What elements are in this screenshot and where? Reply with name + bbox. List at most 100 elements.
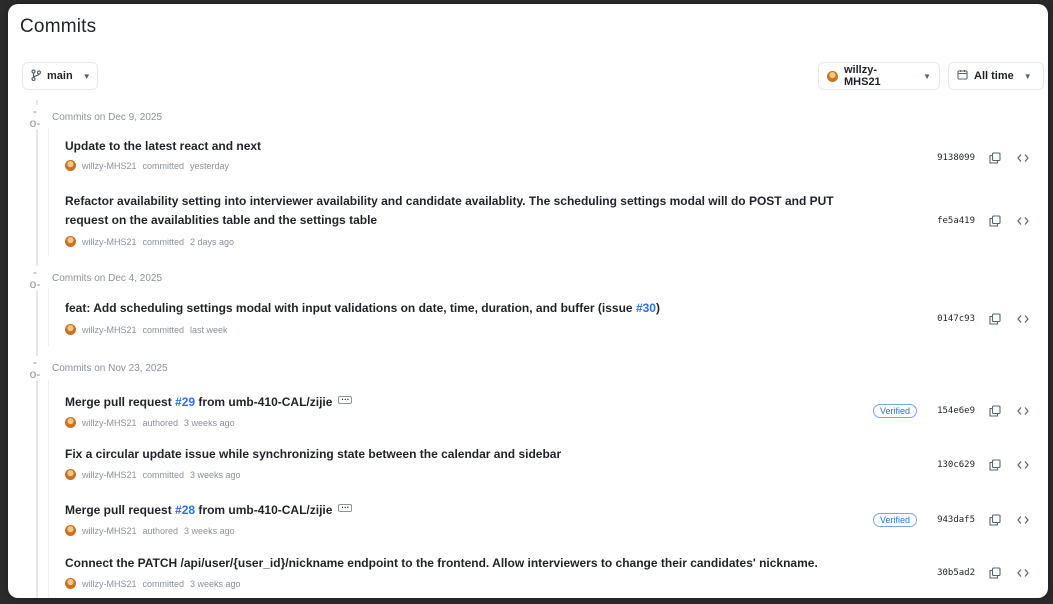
commit-message-line: request on the availablities table and t… bbox=[65, 213, 378, 227]
commit-row[interactable]: Merge pull request #29 from umb-410-CAL/… bbox=[49, 380, 1037, 434]
avatar[interactable] bbox=[65, 578, 76, 589]
copy-icon[interactable] bbox=[987, 150, 1003, 166]
commit-row[interactable]: Connect the PATCH /api/user/{user_id}/ni… bbox=[49, 542, 1037, 598]
commit-sha[interactable]: 130c629 bbox=[937, 460, 975, 470]
git-commit-icon: -o- bbox=[28, 265, 42, 291]
commit-actions: Verified 154e6e9 bbox=[873, 403, 1031, 419]
commit-row[interactable]: Merge pull request #28 from umb-410-CAL/… bbox=[49, 488, 1037, 542]
copy-icon[interactable] bbox=[987, 403, 1003, 419]
commit-author[interactable]: willzy-MHS21 bbox=[82, 418, 137, 428]
commit-row[interactable]: Fix a circular update issue while synchr… bbox=[49, 434, 1037, 488]
commit-message[interactable]: Fix a circular update issue while synchr… bbox=[65, 445, 865, 464]
commit-author[interactable]: willzy-MHS21 bbox=[82, 325, 137, 335]
ellipsis-icon[interactable]: ··· bbox=[338, 396, 353, 404]
git-commit-icon: -o- bbox=[28, 104, 42, 130]
commit-actions: fe5a419 bbox=[937, 213, 1031, 229]
commit-row[interactable]: feat: Add scheduling settings modal with… bbox=[49, 288, 1037, 346]
chevron-down-icon: ▼ bbox=[82, 71, 91, 81]
branch-selector-button[interactable]: main ▼ bbox=[22, 62, 98, 90]
chevron-down-icon: ▼ bbox=[923, 71, 931, 81]
commit-sha[interactable]: 9138099 bbox=[937, 153, 975, 163]
avatar[interactable] bbox=[65, 525, 76, 536]
commit-meta: willzy-MHS21 authored 3 weeks ago bbox=[65, 417, 235, 428]
avatar[interactable] bbox=[65, 469, 76, 480]
commit-action: committed bbox=[142, 578, 185, 589]
commit-message[interactable]: feat: Add scheduling settings modal with… bbox=[65, 299, 865, 318]
commit-action: committed bbox=[142, 236, 185, 247]
commit-author[interactable]: willzy-MHS21 bbox=[82, 579, 137, 589]
copy-icon[interactable] bbox=[987, 213, 1003, 229]
author-filter-button[interactable]: willzy-MHS21 ▼ bbox=[818, 62, 940, 90]
copy-icon[interactable] bbox=[987, 565, 1003, 581]
commit-actions: 130c629 bbox=[937, 457, 1031, 473]
commit-message[interactable]: Refactor availability setting into inter… bbox=[65, 192, 865, 230]
avatar[interactable] bbox=[65, 160, 76, 171]
commit-sha[interactable]: 154e6e9 bbox=[937, 406, 975, 416]
chevron-down-icon: ▼ bbox=[1023, 71, 1032, 81]
avatar[interactable] bbox=[65, 236, 76, 247]
commit-list: feat: Add scheduling settings modal with… bbox=[48, 288, 1037, 346]
verified-badge[interactable]: Verified bbox=[873, 513, 918, 527]
commit-actions: Verified 943daf5 bbox=[873, 512, 1031, 528]
code-brackets-icon[interactable] bbox=[1015, 565, 1031, 581]
commit-author[interactable]: willzy-MHS21 bbox=[82, 470, 137, 480]
time-filter-label: All time bbox=[974, 70, 1014, 82]
commit-message[interactable]: Merge pull request #28 from umb-410-CAL/… bbox=[65, 501, 865, 520]
avatar bbox=[827, 70, 838, 82]
code-brackets-icon[interactable] bbox=[1015, 150, 1031, 166]
copy-icon[interactable] bbox=[987, 512, 1003, 528]
commit-row[interactable]: Update to the latest react and next will… bbox=[49, 128, 1037, 182]
code-brackets-icon[interactable] bbox=[1015, 403, 1031, 419]
ellipsis-icon[interactable]: ··· bbox=[338, 504, 353, 512]
commit-action: committed bbox=[142, 324, 185, 335]
copy-icon[interactable] bbox=[987, 457, 1003, 473]
commit-action: authored bbox=[142, 417, 179, 428]
code-brackets-icon[interactable] bbox=[1015, 213, 1031, 229]
avatar[interactable] bbox=[65, 417, 76, 428]
avatar[interactable] bbox=[65, 324, 76, 335]
timeline-line bbox=[36, 100, 38, 598]
commit-sha[interactable]: 30b5ad2 bbox=[937, 568, 975, 578]
commit-actions: 30b5ad2 bbox=[937, 565, 1031, 581]
commit-message-line: Refactor availability setting into inter… bbox=[65, 194, 834, 208]
commit-list: Update to the latest react and next will… bbox=[48, 128, 1037, 256]
git-branch-icon bbox=[31, 68, 42, 84]
commit-sha[interactable]: fe5a419 bbox=[937, 216, 975, 226]
verified-badge[interactable]: Verified bbox=[873, 404, 918, 418]
commit-meta: willzy-MHS21 committed 3 weeks ago bbox=[65, 469, 241, 480]
commit-actions: 9138099 bbox=[937, 150, 1031, 166]
issue-link[interactable]: #30 bbox=[636, 301, 656, 315]
calendar-icon bbox=[957, 69, 968, 83]
commit-author[interactable]: willzy-MHS21 bbox=[82, 237, 137, 247]
page-title: Commits bbox=[20, 16, 97, 37]
author-filter-label: willzy-MHS21 bbox=[844, 64, 881, 88]
commit-message[interactable]: Merge pull request #29 from umb-410-CAL/… bbox=[65, 393, 865, 412]
commit-message-text: ) bbox=[655, 301, 660, 315]
commit-sha[interactable]: 0147c93 bbox=[937, 314, 975, 324]
commit-author[interactable]: willzy-MHS21 bbox=[82, 161, 137, 171]
commit-group-date: Commits on Dec 9, 2025 bbox=[52, 111, 163, 123]
commit-message[interactable]: Update to the latest react and next bbox=[65, 137, 865, 156]
commit-time: 3 weeks ago bbox=[190, 469, 241, 480]
commit-meta: willzy-MHS21 committed last week bbox=[65, 324, 228, 335]
code-brackets-icon[interactable] bbox=[1015, 512, 1031, 528]
commit-message-text: from umb-410-CAL/zijie bbox=[195, 503, 333, 517]
commit-time: 3 weeks ago bbox=[184, 525, 235, 536]
commit-sha[interactable]: 943daf5 bbox=[937, 515, 975, 525]
commit-action: committed bbox=[142, 160, 185, 171]
commit-message[interactable]: Connect the PATCH /api/user/{user_id}/ni… bbox=[65, 554, 885, 573]
code-brackets-icon[interactable] bbox=[1015, 311, 1031, 327]
commit-message-text: Merge pull request bbox=[65, 503, 176, 517]
time-filter-button[interactable]: All time ▼ bbox=[948, 62, 1044, 90]
commit-author[interactable]: willzy-MHS21 bbox=[82, 526, 137, 536]
commit-row[interactable]: Refactor availability setting into inter… bbox=[49, 182, 1037, 256]
commit-group-header: -o- Commits on Dec 9, 2025 bbox=[28, 105, 162, 129]
commit-message-text: Merge pull request bbox=[65, 395, 176, 409]
commit-group-date: Commits on Nov 23, 2025 bbox=[52, 362, 168, 374]
issue-link[interactable]: #28 bbox=[175, 503, 195, 517]
issue-link[interactable]: #29 bbox=[175, 395, 195, 409]
code-brackets-icon[interactable] bbox=[1015, 457, 1031, 473]
commit-action: committed bbox=[142, 469, 185, 480]
copy-icon[interactable] bbox=[987, 311, 1003, 327]
commit-group-date: Commits on Dec 4, 2025 bbox=[52, 272, 163, 284]
